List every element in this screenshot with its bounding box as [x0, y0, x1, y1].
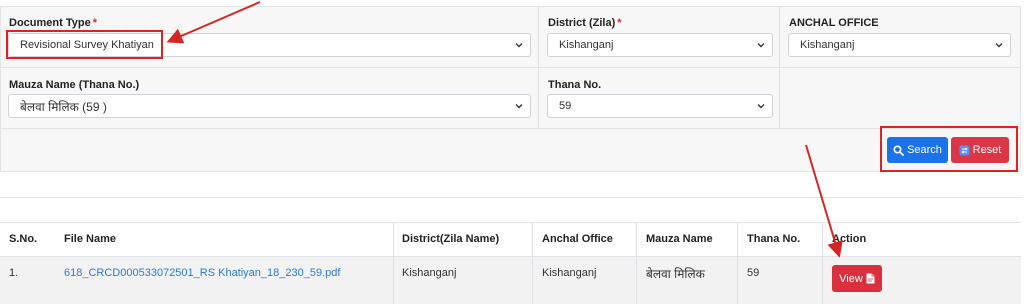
district-select[interactable]: Kishanganj [547, 33, 773, 57]
chevron-down-icon [995, 43, 1003, 48]
header-sno: S.No. [9, 233, 38, 245]
column-divider [737, 222, 738, 304]
column-divider [393, 222, 394, 304]
header-anchal-office: Anchal Office [542, 233, 613, 245]
table-header [0, 222, 1021, 257]
header-thana-no: Thana No. [747, 233, 801, 245]
chevron-down-icon [757, 104, 765, 109]
chevron-down-icon [515, 104, 523, 109]
anchal-office-label: ANCHAL OFFICE [789, 17, 879, 29]
cell-sno: 1. [9, 267, 19, 279]
file-name-link[interactable]: 618_CRCD000533072501_RS Khatiyan_18_230_… [64, 267, 340, 279]
column-divider [636, 222, 637, 304]
annotation-box-buttons [880, 126, 1018, 172]
cell-thana-no: 59 [747, 267, 760, 279]
cell-district: Kishanganj [402, 267, 457, 279]
header-action: Action [832, 233, 867, 245]
header-mauza-name: Mauza Name [646, 233, 713, 245]
thana-no-select[interactable]: 59 [547, 94, 773, 118]
view-button[interactable]: View [832, 265, 882, 292]
annotation-box-document-type [6, 30, 163, 59]
results-table: S.No. File Name District(Zila Name) Anch… [0, 222, 1021, 304]
cell-anchal-office: Kishanganj [542, 267, 597, 279]
spacer-band [0, 174, 1021, 198]
mauza-name-select[interactable]: बेलवा मिलिक (59 ) [8, 94, 531, 118]
thana-no-label: Thana No. [548, 79, 602, 91]
form-divider [0, 67, 1021, 68]
column-divider [532, 222, 533, 304]
chevron-down-icon [757, 43, 765, 48]
mauza-name-label: Mauza Name (Thana No.) [9, 79, 140, 91]
page: Document Type * Revisional Survey Khatiya… [0, 0, 1024, 304]
header-file-name: File Name [64, 233, 116, 245]
cell-mauza-name: बेलवा मिलिक [646, 267, 705, 281]
header-district: District(Zila Name) [402, 233, 500, 245]
anchal-office-select[interactable]: Kishanganj [788, 33, 1011, 57]
chevron-down-icon [515, 43, 523, 48]
pdf-file-icon [866, 273, 875, 284]
form-divider [0, 128, 1021, 129]
column-divider [822, 222, 823, 304]
document-type-label: Document Type * [9, 17, 97, 29]
district-label: District (Zila) * [548, 17, 622, 29]
